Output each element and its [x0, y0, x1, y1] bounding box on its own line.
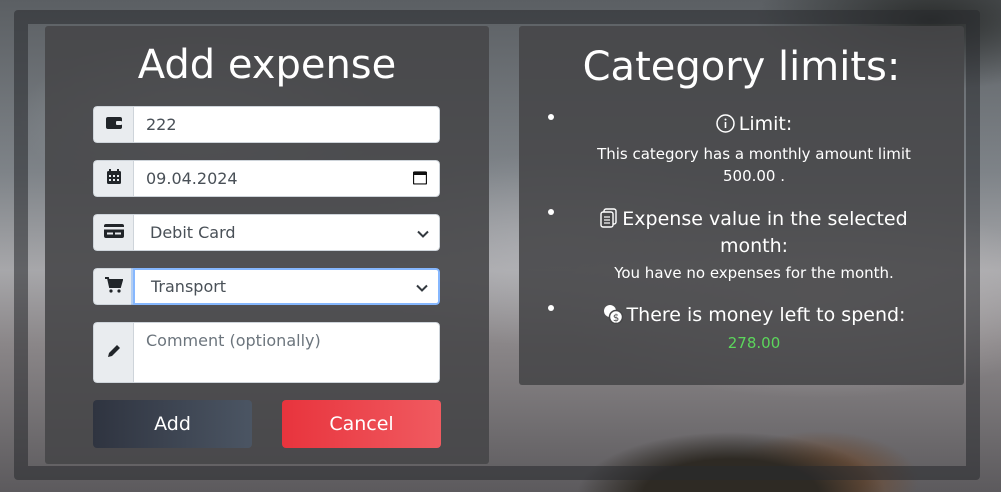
comment-placeholder: Comment (optionally) — [146, 331, 321, 350]
calendar-icon — [106, 169, 121, 188]
payment-addon — [93, 214, 133, 251]
amount-input[interactable]: 222 — [133, 106, 440, 143]
payment-method-value: Debit Card — [150, 223, 236, 242]
category-value: Transport — [151, 277, 227, 296]
limit-amount: 500.00 . — [722, 167, 786, 185]
cart-icon — [104, 276, 123, 297]
credit-card-icon — [103, 223, 124, 242]
category-limits-panel: Category limits: Limit: This category ha… — [519, 26, 964, 385]
amount-addon — [93, 106, 133, 143]
svg-text:$: $ — [612, 313, 618, 324]
info-icon — [715, 114, 735, 139]
receipts-icon — [600, 208, 618, 234]
money-left-item: $ There is money left to spend: 278.00 — [548, 303, 944, 352]
category-limits-title: Category limits: — [582, 44, 901, 90]
pencil-icon — [106, 343, 122, 363]
amount-group: 222 — [93, 106, 440, 143]
comment-addon — [93, 322, 133, 383]
payment-method-group: Debit Card — [93, 214, 440, 251]
category-select[interactable]: Transport — [133, 268, 440, 305]
chevron-down-icon — [416, 277, 428, 296]
add-button[interactable]: Add — [93, 400, 252, 448]
comment-group: Comment (optionally) — [93, 322, 440, 383]
bullet — [548, 209, 554, 215]
date-addon — [93, 160, 133, 197]
money-left-value: 278.00 — [727, 334, 781, 352]
date-input[interactable]: 09.04.2024 — [133, 160, 440, 197]
date-group: 09.04.2024 — [93, 160, 440, 197]
limit-heading: Limit: — [738, 113, 793, 135]
comment-textarea[interactable]: Comment (optionally) — [133, 322, 440, 383]
payment-method-select[interactable]: Debit Card — [133, 214, 440, 251]
expense-text: You have no expenses for the month. — [614, 264, 894, 282]
add-expense-title: Add expense — [137, 42, 397, 88]
date-picker-icon[interactable] — [412, 169, 428, 188]
wallet-icon — [105, 115, 122, 134]
limit-text: This category has a monthly amount limit — [597, 145, 911, 163]
expense-heading: Expense value in the selected month: — [622, 208, 908, 257]
add-expense-panel: Add expense 222 09.04.2024 Debit Card Tr… — [45, 26, 489, 464]
category-group: Transport — [93, 268, 440, 305]
bullet — [548, 305, 554, 311]
cancel-button[interactable]: Cancel — [282, 400, 441, 448]
money-left-heading: There is money left to spend: — [626, 304, 906, 326]
coins-icon: $ — [603, 304, 623, 330]
bullet — [548, 114, 554, 120]
expense-item: Expense value in the selected month: You… — [548, 207, 944, 284]
date-value: 09.04.2024 — [146, 169, 238, 188]
category-addon — [93, 268, 133, 305]
limit-item: Limit: This category has a monthly amoun… — [548, 112, 944, 187]
chevron-down-icon — [417, 223, 429, 242]
